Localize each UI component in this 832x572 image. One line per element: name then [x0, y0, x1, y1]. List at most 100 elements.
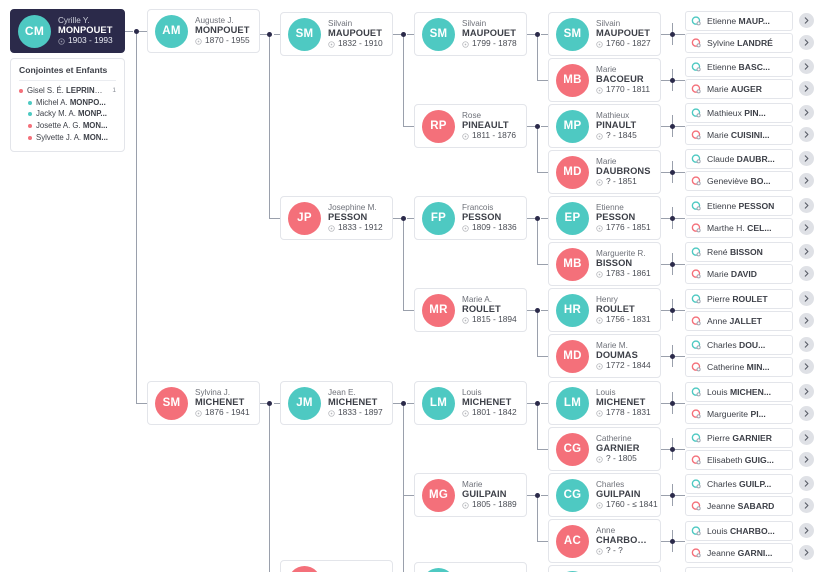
person-card[interactable]: [280, 560, 393, 572]
ancestor-leaf-card[interactable]: Claude DAUBR...: [685, 149, 793, 169]
expand-ancestors-button[interactable]: [799, 151, 814, 166]
person-card[interactable]: EP Etienne PESSON 1776 - 1851: [548, 196, 661, 240]
ancestor-leaf-card[interactable]: Etienne PESSON: [685, 196, 793, 216]
ancestor-leaf-card[interactable]: Geneviève BO...: [685, 171, 793, 191]
person-card[interactable]: MP Mathieux PINAULT ? - 1845: [548, 104, 661, 148]
connector-line-vertical: [403, 34, 404, 126]
person-given-name: Catherine: [596, 434, 632, 444]
ancestor-leaf-card[interactable]: Anne JALLET: [685, 311, 793, 331]
ancestor-leaf-card[interactable]: Marthe H. CEL...: [685, 218, 793, 238]
connector-line-horizontal: [541, 403, 548, 404]
person-card[interactable]: CG Charles GUILPAIN 1760 - ≤ 1841: [548, 473, 661, 517]
expand-ancestors-button[interactable]: [799, 13, 814, 28]
connector-line-horizontal: [541, 310, 548, 311]
person-card[interactable]: LM Louis MICHENET 1778 - 1831: [548, 381, 661, 425]
expand-ancestors-button[interactable]: [799, 173, 814, 188]
person-card[interactable]: AM Auguste J. MONPOUET 1870 - 1955: [147, 9, 260, 53]
expand-ancestors-button[interactable]: [799, 430, 814, 445]
ancestor-leaf-card[interactable]: Etienne MAUP...: [685, 11, 793, 31]
expand-ancestors-button[interactable]: [799, 266, 814, 281]
ancestor-leaf-card[interactable]: Jeanne GARNI...: [685, 543, 793, 563]
family-tree-canvas[interactable]: CM Cyrille Y. MONPOUET 1903 - 1993 AM August…: [0, 0, 832, 572]
person-card[interactable]: MD Marie M. DOUMAS 1772 - 1844: [548, 334, 661, 378]
child-list-item[interactable]: Josette A. G. MON...: [19, 120, 116, 132]
person-card[interactable]: HR Henry ROULET 1756 - 1831: [548, 288, 661, 332]
expand-ancestors-button[interactable]: [799, 105, 814, 120]
person-card[interactable]: MR Marie A. ROULET 1815 - 1894: [414, 288, 527, 332]
expand-ancestors-button[interactable]: [799, 127, 814, 142]
connector-line-horizontal: [541, 495, 548, 496]
child-list-item[interactable]: Michel A. MONPO...: [19, 97, 116, 109]
ancestor-leaf-card[interactable]: Pierre ROULET: [685, 289, 793, 309]
person-card[interactable]: RP Rose PINEAULT 1811 - 1876: [414, 104, 527, 148]
expand-ancestors-button[interactable]: [799, 220, 814, 235]
person-card[interactable]: CG Catherine GARNIER ? - 1805: [548, 427, 661, 471]
person-avatar: SM: [155, 386, 188, 420]
person-card[interactable]: JP Josephine M. PESSON 1833 - 1912: [280, 196, 393, 240]
expand-ancestors-button[interactable]: [799, 545, 814, 560]
child-list-item[interactable]: Sylvette J. A. MON...: [19, 132, 116, 144]
expand-ancestors-button[interactable]: [799, 313, 814, 328]
expand-ancestors-button[interactable]: [799, 59, 814, 74]
expand-ancestors-button[interactable]: [799, 35, 814, 50]
ancestor-leaf-card[interactable]: Marie AUGER: [685, 79, 793, 99]
spouse-list-item[interactable]: Gisel S. É. LEPRINCE 1: [19, 85, 116, 97]
person-card[interactable]: JM Jean E. MICHENET 1833 - 1897: [280, 381, 393, 425]
expand-ancestors-button[interactable]: [799, 291, 814, 306]
root-person-card[interactable]: CM Cyrille Y. MONPOUET 1903 - 1993: [10, 9, 125, 53]
expand-ancestors-button[interactable]: [799, 384, 814, 399]
ancestor-leaf-card[interactable]: Pierre GARNIER: [685, 428, 793, 448]
person-card[interactable]: SM Silvain MAUPOUET 1760 - 1827: [548, 12, 661, 56]
ancestor-leaf-card[interactable]: Marie DAVID: [685, 264, 793, 284]
expand-ancestors-button[interactable]: [799, 476, 814, 491]
expand-ancestors-button[interactable]: [799, 498, 814, 513]
person-card[interactable]: MB Marguerite R. BISSON 1783 - 1861: [548, 242, 661, 286]
chevron-right-icon: [804, 295, 809, 302]
ancestor-leaf-card[interactable]: Charles DOU...: [685, 335, 793, 355]
person-card[interactable]: SM Sylvina J. MICHENET 1876 - 1941: [147, 381, 260, 425]
connector-node: [535, 493, 540, 498]
person-card[interactable]: SM Silvain MAUPOUET 1832 - 1910: [280, 12, 393, 56]
person-surname: GUILPAIN: [596, 489, 641, 500]
ancestor-leaf-card[interactable]: Etienne BASC...: [685, 57, 793, 77]
union-count: 1: [112, 86, 116, 94]
expand-ancestors-button[interactable]: [799, 244, 814, 259]
ancestor-leaf-card[interactable]: Elisabeth GUIG...: [685, 450, 793, 470]
ancestor-leaf-card[interactable]: Louis MICHEN...: [685, 382, 793, 402]
ancestor-leaf-card[interactable]: Mathieux PIN...: [685, 103, 793, 123]
person-lifespan: 1833 - 1897: [328, 407, 383, 417]
ancestor-leaf-card[interactable]: Louis CHARBO...: [685, 521, 793, 541]
ancestor-leaf-card[interactable]: Marie CUISINI...: [685, 125, 793, 145]
ancestor-leaf-card[interactable]: Charles GUILP...: [685, 474, 793, 494]
person-card[interactable]: MG Marie GUILPAIN 1805 - 1889: [414, 473, 527, 517]
person-given-name: Silvain: [596, 19, 621, 29]
chevron-right-icon: [804, 456, 809, 463]
expand-ancestors-button[interactable]: [799, 81, 814, 96]
ancestor-leaf-card[interactable]: René BISSON: [685, 242, 793, 262]
ancestor-leaf-card[interactable]: Marguerite PI...: [685, 404, 793, 424]
person-card[interactable]: SM Silvain MAUPOUET 1799 - 1878: [414, 12, 527, 56]
chevron-right-icon: [804, 39, 809, 46]
person-card[interactable]: [548, 565, 661, 572]
ancestor-leaf-card[interactable]: Jeanne SABARD: [685, 496, 793, 516]
ancestor-leaf-card[interactable]: [685, 567, 793, 572]
ancestor-leaf-name: Jeanne SABARD: [707, 501, 775, 511]
person-card[interactable]: LM Louis MICHENET 1801 - 1842: [414, 381, 527, 425]
expand-ancestors-button[interactable]: [799, 452, 814, 467]
ancestor-leaf-card[interactable]: Sylvine LANDRÉ: [685, 33, 793, 53]
person-card[interactable]: AC AnneCHARBONNIER ? - ?: [548, 519, 661, 563]
expand-ancestors-button[interactable]: [799, 523, 814, 538]
life-event-icon: [596, 224, 603, 232]
chevron-right-icon: [804, 341, 809, 348]
expand-ancestors-button[interactable]: [799, 406, 814, 421]
child-list-item[interactable]: Jacky M. A. MONP...: [19, 108, 116, 120]
expand-ancestors-button[interactable]: [799, 337, 814, 352]
person-card[interactable]: FP Francois PESSON 1809 - 1836: [414, 196, 527, 240]
expand-ancestors-button[interactable]: [799, 198, 814, 213]
person-card[interactable]: MB Marie BACOEUR 1770 - 1811: [548, 58, 661, 102]
person-avatar: JP: [288, 201, 321, 235]
expand-ancestors-button[interactable]: [799, 359, 814, 374]
person-card[interactable]: [414, 562, 527, 572]
ancestor-leaf-card[interactable]: Catherine MIN...: [685, 357, 793, 377]
person-card[interactable]: MD Marie DAUBRONS ? - 1851: [548, 150, 661, 194]
